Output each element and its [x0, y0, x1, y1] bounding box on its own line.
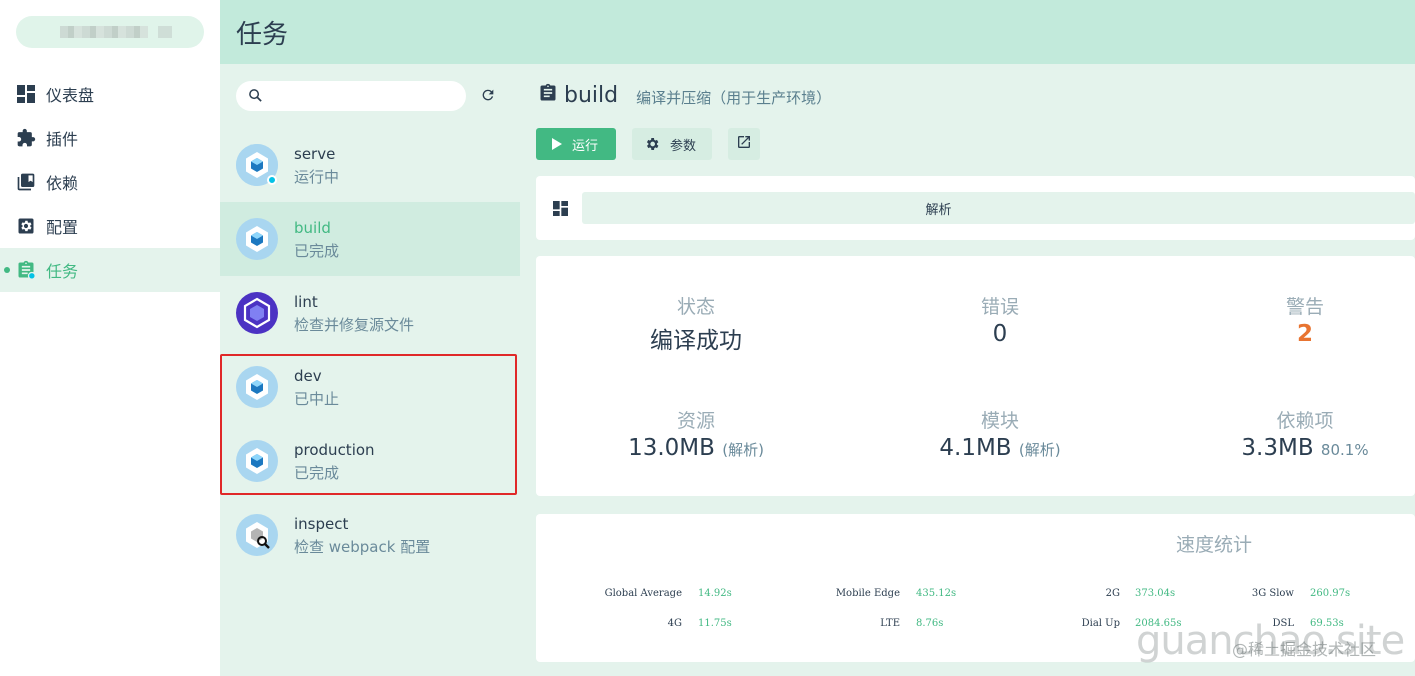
- stat-value-main: 4.1MB: [939, 435, 1012, 461]
- stat-dependencies: 依赖项 3.3MB 80.1%: [1155, 406, 1415, 461]
- view-tabs-card: 解析: [536, 176, 1415, 240]
- stat-value: 13.0MB (解析): [546, 435, 846, 461]
- stat-label: 错误: [980, 296, 1019, 318]
- page-header: 任务: [220, 0, 1415, 64]
- task-title: build: [564, 82, 619, 108]
- sidebar-item-label: 插件: [46, 130, 79, 149]
- stat-label: 资源: [676, 410, 715, 432]
- open-in-new-button[interactable]: [728, 128, 760, 160]
- speed-value: 11.75s: [698, 618, 732, 629]
- run-button[interactable]: 运行: [536, 128, 616, 160]
- sidebar-item-tasks[interactable]: 任务: [0, 248, 220, 292]
- stat-value-main: 13.0MB: [628, 435, 715, 461]
- task-name: serve: [294, 145, 336, 163]
- sidebar-item-config[interactable]: 配置: [0, 204, 220, 248]
- project-name-blurred: [60, 26, 148, 38]
- stat-value-sub[interactable]: (解析): [722, 441, 764, 459]
- build-stats-card: 状态 编译成功 错误 0 警告 2 资源 13.0MB (解析) 模块 4.1M…: [536, 256, 1415, 496]
- task-detail-panel: build 编译并压缩（用于生产环境） 运行 参数 解析 状态 编译成功 错误 …: [520, 64, 1415, 676]
- sidebar-item-label: 依赖: [46, 174, 79, 193]
- task-status: 检查 webpack 配置: [294, 538, 431, 556]
- stat-status: 状态 编译成功: [546, 292, 846, 355]
- speed-value: 260.97s: [1310, 588, 1351, 599]
- active-indicator-dot: [4, 267, 10, 273]
- speed-value: 8.76s: [916, 618, 944, 629]
- task-item-serve[interactable]: serve 运行中: [220, 128, 520, 202]
- sidebar-item-plugins[interactable]: 插件: [0, 116, 220, 160]
- project-name-blurred-tail: [158, 26, 172, 38]
- speed-value: 373.04s: [1135, 588, 1176, 599]
- stat-label: 状态: [676, 296, 715, 318]
- assignment-icon: [16, 260, 36, 280]
- task-title-bar: build 编译并压缩（用于生产环境）: [538, 82, 831, 108]
- dashboard-icon[interactable]: [553, 201, 568, 220]
- speed-label: 4G: [667, 618, 682, 629]
- speed-label: 3G Slow: [1251, 588, 1294, 599]
- gear-icon: [644, 136, 660, 152]
- eslint-icon: [236, 292, 278, 334]
- speed-label: Mobile Edge: [835, 588, 900, 599]
- task-status: 检查并修复源文件: [294, 316, 415, 334]
- sidebar-item-label: 配置: [46, 218, 79, 237]
- stat-value: 3.3MB 80.1%: [1155, 435, 1415, 461]
- sidebar-item-label: 任务: [46, 262, 79, 281]
- refresh-icon[interactable]: [480, 87, 496, 107]
- stat-value-sub[interactable]: (解析): [1019, 441, 1061, 459]
- search-input[interactable]: [236, 81, 466, 111]
- stat-value: 2: [1296, 321, 1313, 347]
- settings-applications-icon: [16, 216, 36, 236]
- speed-value: 435.12s: [916, 588, 957, 599]
- running-indicator-dot: [267, 175, 277, 185]
- stat-value: 4.1MB (解析): [850, 435, 1150, 461]
- sidebar: 仪表盘 插件 依赖 配置 任务: [0, 0, 220, 676]
- speed-label: LTE: [880, 618, 900, 629]
- stat-errors: 错误 0: [850, 292, 1150, 347]
- watermark-secondary: @稀土掘金技术社区: [1232, 640, 1377, 659]
- webpack-inspect-icon: [236, 514, 278, 556]
- dashboard-icon: [16, 84, 36, 104]
- stat-value-main: 3.3MB: [1241, 435, 1314, 461]
- stat-label: 模块: [980, 410, 1019, 432]
- parameters-button-label: 参数: [670, 138, 697, 154]
- page-title: 任务: [236, 20, 289, 50]
- stat-value: 0: [992, 321, 1008, 347]
- run-button-label: 运行: [572, 138, 599, 154]
- assignment-icon: [538, 82, 558, 108]
- annotation-highlight-box: [220, 354, 517, 495]
- open-in-new-icon: [736, 134, 752, 154]
- stat-label: 依赖项: [1276, 410, 1334, 432]
- task-item-inspect[interactable]: inspect 检查 webpack 配置: [220, 498, 520, 572]
- project-selector[interactable]: [16, 16, 204, 48]
- speed-label: Global Average: [604, 588, 682, 599]
- stat-warnings: 警告 2: [1155, 292, 1415, 347]
- task-name: build: [294, 219, 331, 237]
- speed-label: Dial Up: [1081, 618, 1120, 629]
- speed-stats-title: 速度统计: [1175, 534, 1252, 556]
- tab-analyzer[interactable]: 解析: [582, 192, 1415, 224]
- stat-label: 警告: [1285, 296, 1324, 318]
- sidebar-item-label: 仪表盘: [46, 86, 95, 105]
- task-item-lint[interactable]: lint 检查并修复源文件: [220, 276, 520, 350]
- sidebar-item-dashboard[interactable]: 仪表盘: [0, 72, 220, 116]
- stat-value-sub: 80.1%: [1320, 441, 1369, 459]
- stat-value: 编译成功: [650, 328, 742, 354]
- play-icon: [552, 138, 562, 150]
- parameters-button[interactable]: 参数: [632, 128, 712, 160]
- puzzle-icon: [16, 128, 36, 148]
- task-status: 运行中: [294, 168, 340, 186]
- sidebar-item-dependencies[interactable]: 依赖: [0, 160, 220, 204]
- speed-label: 2G: [1105, 588, 1120, 599]
- search-icon: [248, 88, 263, 107]
- task-name: lint: [294, 293, 318, 311]
- task-description: 编译并压缩（用于生产环境）: [636, 88, 832, 107]
- sidebar-nav: 仪表盘 插件 依赖 配置 任务: [0, 72, 220, 292]
- task-status: 已完成: [294, 242, 340, 260]
- webpack-icon: [236, 218, 278, 260]
- library-books-icon: [16, 172, 36, 192]
- stat-modules: 模块 4.1MB (解析): [850, 406, 1150, 461]
- speed-value: 14.92s: [698, 588, 732, 599]
- task-name: inspect: [294, 515, 349, 533]
- task-item-build[interactable]: build 已完成: [220, 202, 520, 276]
- stat-assets: 资源 13.0MB (解析): [546, 406, 846, 461]
